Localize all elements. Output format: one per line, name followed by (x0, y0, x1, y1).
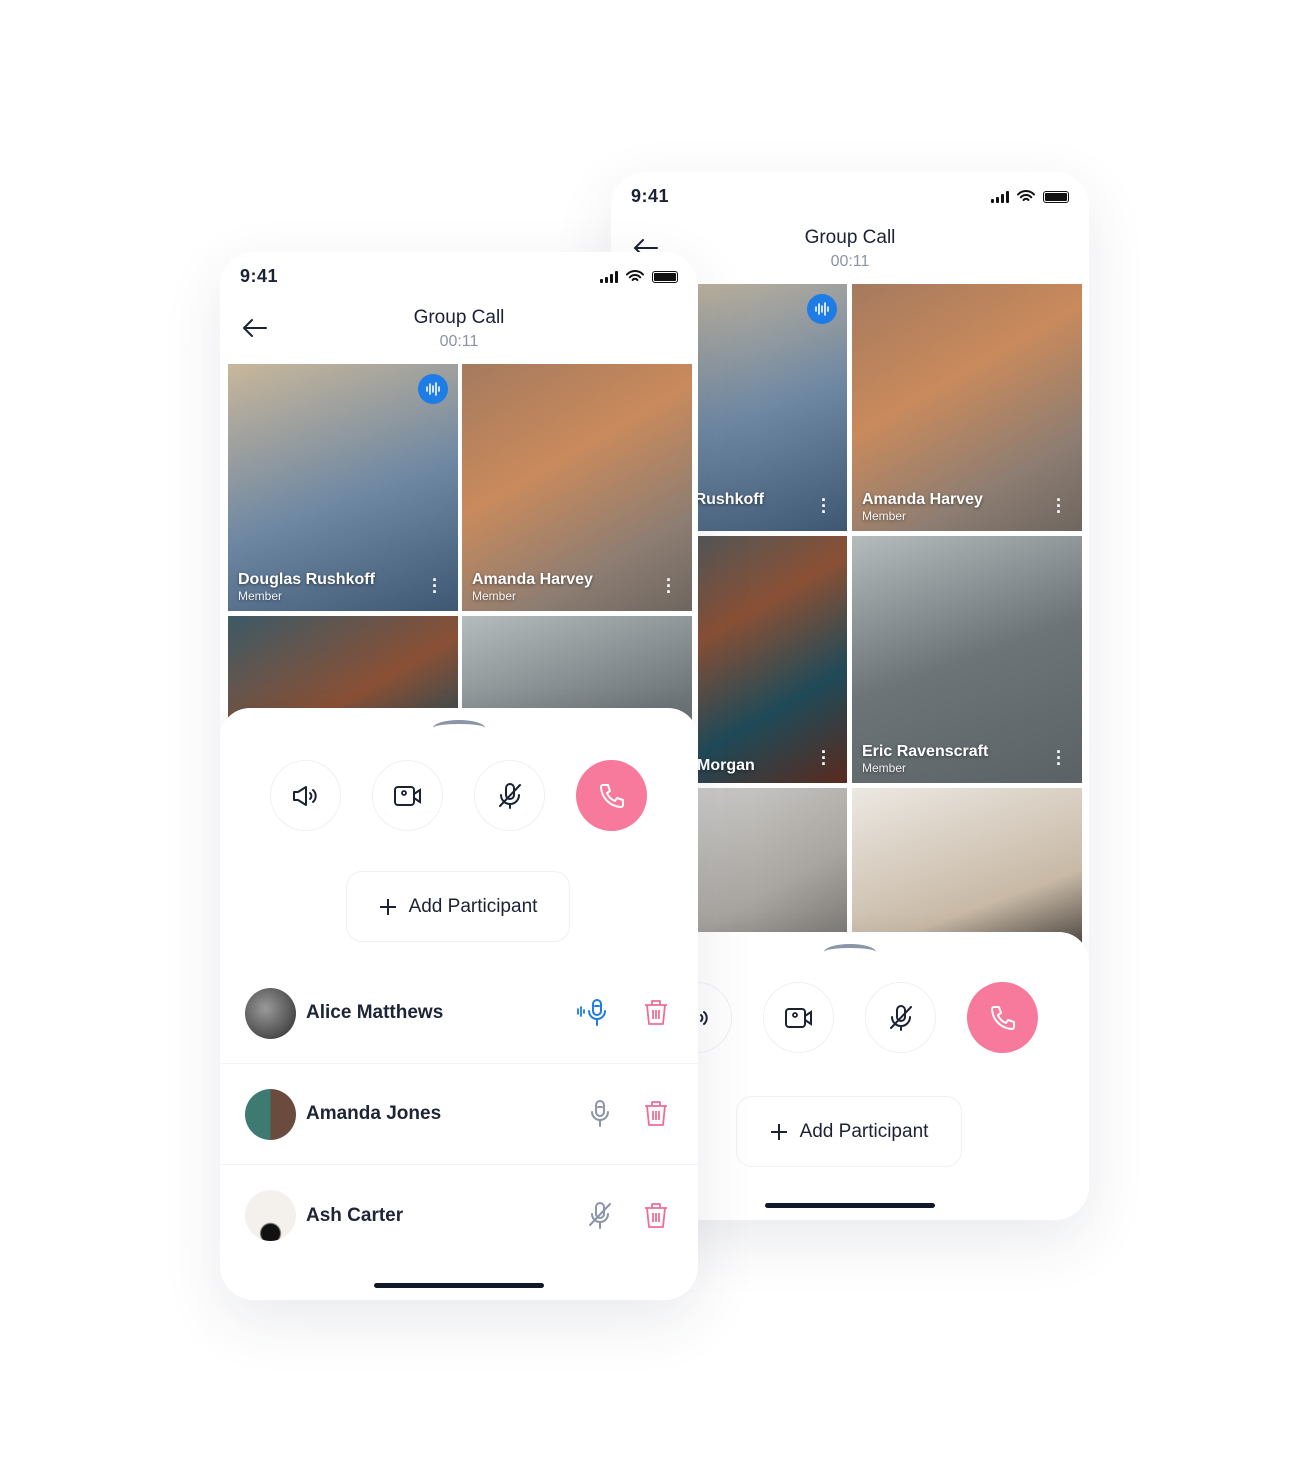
phone-icon (990, 1005, 1015, 1030)
participant-name: Ash Carter (306, 1204, 404, 1226)
delete-participant-icon[interactable] (642, 1099, 670, 1129)
status-time: 9:41 (631, 186, 670, 206)
avatar (245, 1190, 296, 1241)
tile-name: Morgan (697, 757, 755, 774)
participant-row: Amanda Jones (220, 1064, 698, 1165)
add-participant-label: Add Participant (408, 895, 538, 917)
video-button[interactable] (763, 982, 834, 1053)
signal-icon (991, 190, 1009, 203)
home-indicator (374, 1283, 544, 1288)
tile-name: Douglas Rushkoff (238, 571, 375, 588)
sheet-handle[interactable] (824, 944, 876, 952)
signal-icon (600, 270, 618, 283)
more-options-icon[interactable]: · · · (432, 571, 438, 601)
sheet-handle[interactable] (433, 720, 485, 728)
video-tile[interactable]: Eric Ravenscraft Member · · · (852, 536, 1082, 783)
mic-off-icon (498, 782, 521, 809)
wifi-icon (626, 270, 644, 281)
participant-row: Ash Carter (220, 1165, 698, 1266)
status-icons (600, 270, 678, 283)
mute-button[interactable] (865, 982, 936, 1053)
mic-icon[interactable] (586, 1099, 614, 1129)
tile-name: Amanda Harvey (862, 491, 983, 508)
plus-icon (379, 898, 396, 915)
add-participant-button[interactable]: Add Participant (736, 1096, 962, 1167)
add-participant-label: Add Participant (799, 1120, 929, 1142)
speaker-button[interactable] (270, 760, 341, 831)
home-indicator (765, 1203, 935, 1208)
participant-name: Amanda Jones (306, 1103, 442, 1124)
status-icons (991, 190, 1069, 203)
tile-role: Member (862, 509, 907, 523)
plus-icon (770, 1123, 787, 1140)
speaker-icon (292, 785, 317, 806)
battery-icon (652, 270, 678, 283)
video-icon (784, 1007, 812, 1028)
tile-name: Amanda Harvey (472, 571, 593, 588)
tile-name: Eric Ravenscraft (862, 743, 989, 760)
video-button[interactable] (372, 760, 443, 831)
more-options-icon[interactable]: · · · (1056, 491, 1062, 521)
page-title: Group Call (804, 227, 896, 248)
wifi-icon (1017, 190, 1035, 201)
call-controls-sheet: Add Participant Alice Matthews Amanda Jo… (220, 708, 698, 1300)
tile-role: Member (862, 761, 907, 775)
video-icon (393, 785, 421, 806)
status-time: 9:41 (240, 266, 279, 286)
speaking-indicator-icon (807, 294, 837, 324)
call-timer: 00:11 (439, 333, 479, 350)
phone-screen-collapsed: 9:41 Group Call 00:11 Douglas Rushkoff Me… (220, 252, 698, 1300)
battery-icon (1043, 190, 1069, 203)
avatar (245, 1088, 296, 1140)
more-options-icon[interactable]: · · · (666, 571, 672, 601)
delete-participant-icon[interactable] (642, 1201, 670, 1231)
mute-button[interactable] (474, 760, 545, 831)
end-call-button[interactable] (576, 760, 647, 831)
delete-participant-icon[interactable] (642, 998, 670, 1028)
video-tile[interactable]: Amanda Harvey Member · · · (462, 364, 692, 611)
add-participant-button[interactable]: Add Participant (346, 871, 570, 942)
mic-speaking-icon[interactable] (574, 998, 614, 1028)
avatar (245, 987, 296, 1039)
video-tile[interactable]: Amanda Harvey Member · · · (852, 284, 1082, 531)
speaking-indicator-icon (418, 374, 448, 404)
more-options-icon[interactable]: · · · (1056, 743, 1062, 773)
participant-name: Alice Matthews (306, 1002, 444, 1023)
more-options-icon[interactable]: · · · (821, 491, 827, 521)
tile-role: Member (238, 589, 283, 603)
mic-off-icon (889, 1004, 912, 1031)
end-call-button[interactable] (967, 982, 1038, 1053)
mic-muted-icon[interactable] (586, 1201, 614, 1231)
page-title: Group Call (413, 307, 505, 328)
participant-row: Alice Matthews (220, 963, 698, 1064)
phone-icon (599, 783, 624, 808)
more-options-icon[interactable]: · · · (821, 743, 827, 773)
tile-role: Member (472, 589, 517, 603)
video-tile[interactable]: Douglas RushkoffMember ··· (228, 364, 458, 611)
